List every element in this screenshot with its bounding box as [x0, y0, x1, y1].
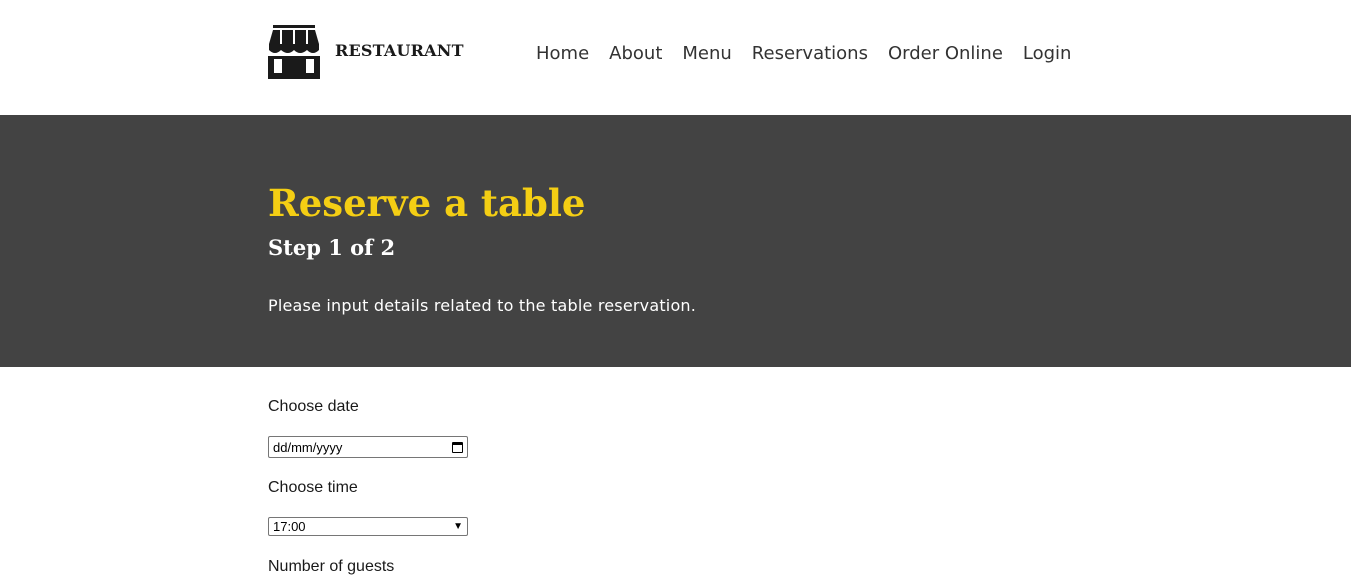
main-nav: Home About Menu Reservations Order Onlin… [536, 43, 1071, 64]
time-label: Choose time [268, 479, 358, 496]
date-placeholder: dd/mm/yyyy [273, 439, 343, 455]
site-header: RESTAURANT Home About Menu Reservations … [0, 0, 1351, 115]
guests-label: Number of guests [268, 558, 395, 575]
page-title: Reserve a table [268, 181, 586, 225]
nav-link-order-online[interactable]: Order Online [888, 43, 1003, 64]
date-field[interactable]: dd/mm/yyyy [268, 436, 468, 458]
nav-link-reservations[interactable]: Reservations [752, 43, 868, 64]
calendar-icon[interactable] [452, 441, 463, 453]
chevron-down-icon: ▼ [453, 521, 463, 532]
reservation-form: Choose date dd/mm/yyyy Choose time 17:00… [268, 367, 868, 585]
brand-name[interactable]: RESTAURANT [335, 41, 464, 60]
step-indicator: Step 1 of 2 [268, 235, 396, 260]
storefront-icon[interactable] [268, 25, 320, 79]
hero-description: Please input details related to the tabl… [268, 296, 697, 315]
nav-link-menu[interactable]: Menu [682, 43, 731, 64]
hero-banner: Reserve a table Step 1 of 2 Please input… [0, 115, 1351, 367]
nav-link-login[interactable]: Login [1023, 43, 1072, 64]
time-selected-value: 17:00 [273, 519, 306, 534]
nav-link-about[interactable]: About [609, 43, 662, 64]
nav-link-home[interactable]: Home [536, 43, 589, 64]
time-select[interactable]: 17:00 ▼ [268, 517, 468, 536]
date-label: Choose date [268, 398, 359, 415]
